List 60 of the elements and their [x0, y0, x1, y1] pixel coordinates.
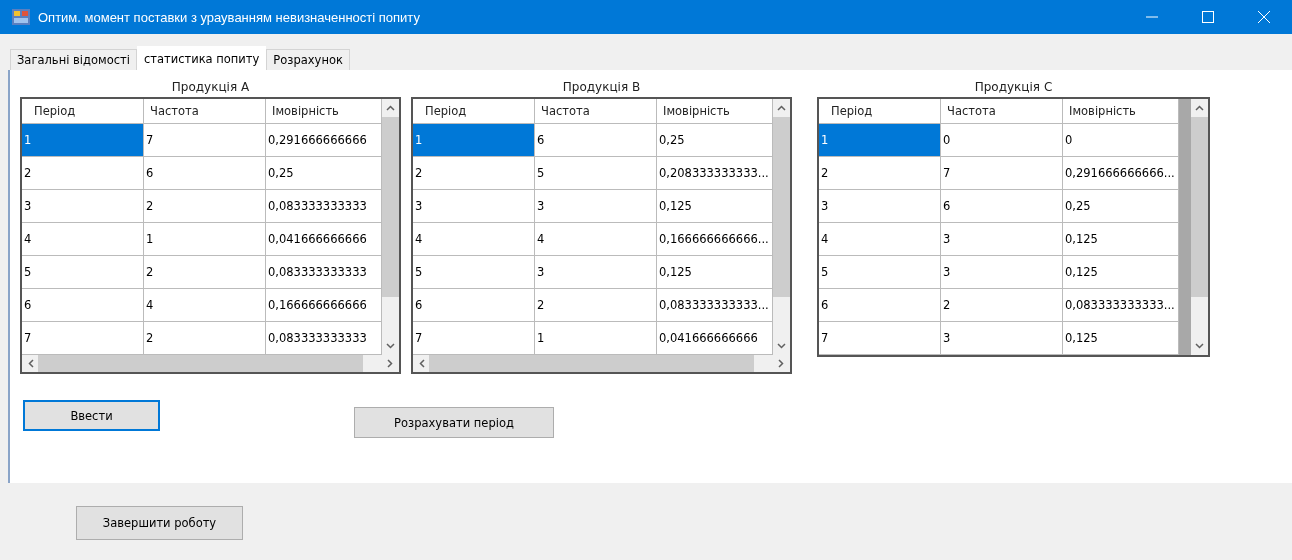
vertical-scrollbar[interactable]	[382, 99, 399, 355]
table-cell[interactable]: 4	[535, 223, 657, 256]
table-cell[interactable]: 1	[144, 223, 266, 256]
tab[interactable]: Загальні відомості	[10, 49, 137, 70]
table-cell[interactable]: 2	[413, 157, 535, 190]
tab[interactable]: статистика попиту	[136, 46, 267, 70]
scrollbar-thumb[interactable]	[382, 117, 399, 297]
table-cell[interactable]: 2	[144, 190, 266, 223]
finish-button[interactable]: Завершити роботу	[76, 506, 243, 540]
column-header[interactable]: Частота	[144, 99, 266, 124]
table-cell[interactable]: 2	[941, 289, 1063, 322]
form-button[interactable]: Розрахувати період	[354, 407, 554, 438]
column-header[interactable]: Частота	[535, 99, 657, 124]
table-cell[interactable]: 3	[819, 190, 941, 223]
table-cell[interactable]: 3	[535, 190, 657, 223]
vertical-scrollbar[interactable]	[1191, 99, 1208, 355]
table-cell[interactable]: 3	[941, 256, 1063, 289]
grid-title: Продукція В	[562, 80, 641, 94]
table-cell[interactable]: 4	[819, 223, 941, 256]
table-cell[interactable]: 5	[535, 157, 657, 190]
table-cell[interactable]: 0	[941, 124, 1063, 157]
table-cell[interactable]: 1	[413, 124, 535, 157]
table-cell[interactable]: 4	[413, 223, 535, 256]
grid-title: Продукція А	[171, 80, 250, 94]
window-title: Оптим. момент поставки з урауванням невизначенності попиту	[38, 9, 420, 25]
table-cell[interactable]: 3	[22, 190, 144, 223]
table-cell[interactable]: 7	[144, 124, 266, 157]
app-icon	[12, 9, 30, 25]
table-cell[interactable]: 2	[535, 289, 657, 322]
table-cell[interactable]: 1	[819, 124, 941, 157]
table-cell[interactable]: 2	[144, 256, 266, 289]
vertical-scrollbar[interactable]	[773, 99, 790, 355]
table-cell[interactable]: 6	[941, 190, 1063, 223]
table-cell[interactable]: 6	[819, 289, 941, 322]
table-cell[interactable]: 5	[413, 256, 535, 289]
table-cell[interactable]: 7	[819, 322, 941, 355]
form-button[interactable]: Ввести	[23, 400, 160, 431]
scrollbar-thumb[interactable]	[773, 117, 790, 297]
column-header[interactable]: Частота	[941, 99, 1063, 124]
table-cell[interactable]: 7	[941, 157, 1063, 190]
table-cell[interactable]: 6	[144, 157, 266, 190]
table-cell[interactable]: 6	[22, 289, 144, 322]
maximize-icon[interactable]	[1202, 11, 1214, 23]
table-cell[interactable]: 3	[941, 322, 1063, 355]
table-cell[interactable]: 5	[22, 256, 144, 289]
table-cell[interactable]: 3	[413, 190, 535, 223]
table-cell[interactable]: 3	[941, 223, 1063, 256]
table-cell[interactable]: 1	[22, 124, 144, 157]
table-cell[interactable]: 6	[413, 289, 535, 322]
grid-title: Продукція С	[974, 80, 1053, 94]
tab[interactable]: Розрахунок	[266, 49, 350, 70]
table-cell[interactable]: 2	[819, 157, 941, 190]
close-icon[interactable]	[1258, 11, 1270, 23]
table-cell[interactable]: 2	[22, 157, 144, 190]
scrollbar-thumb[interactable]	[1191, 117, 1208, 297]
table-cell[interactable]: 5	[819, 256, 941, 289]
table-cell[interactable]: 3	[535, 256, 657, 289]
table-cell[interactable]: 4	[144, 289, 266, 322]
table-cell[interactable]: 4	[22, 223, 144, 256]
table-cell[interactable]: 6	[535, 124, 657, 157]
